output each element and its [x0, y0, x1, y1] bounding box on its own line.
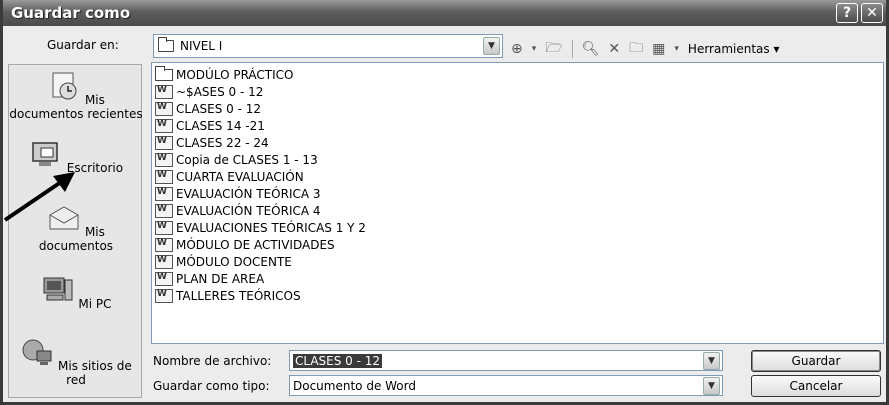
- pointer-arrow-icon: [3, 172, 75, 222]
- my-computer-icon: [43, 277, 73, 301]
- word-document-icon: [155, 288, 173, 303]
- save-in-label: Guardar en:: [47, 38, 119, 52]
- filename-value: CLASES 0 - 12: [293, 353, 383, 368]
- filetype-row: Guardar como tipo: Documento de Word ▼ C…: [151, 375, 886, 397]
- word-document-icon: [155, 169, 173, 184]
- filename-row: Nombre de archivo: CLASES 0 - 12 ▼ Guard…: [151, 350, 886, 372]
- list-item[interactable]: CLASES 0 - 12: [155, 100, 883, 117]
- place-label: Mi PC: [78, 297, 112, 311]
- list-item[interactable]: CLASES 14 -21: [155, 117, 883, 134]
- delete-icon[interactable]: ✕: [608, 41, 620, 57]
- places-bar: Mis documentos recientes Escritorio Mis …: [8, 64, 143, 398]
- up-folder-icon[interactable]: 🗁: [545, 37, 562, 61]
- new-folder-icon[interactable]: 🗀: [629, 37, 643, 61]
- word-document-icon: [155, 271, 173, 286]
- list-item[interactable]: Copia de CLASES 1 - 13: [155, 151, 883, 168]
- search-web-icon[interactable]: 🔍︎: [582, 41, 600, 57]
- chevron-down-icon[interactable]: ▼: [483, 37, 500, 55]
- back-dropdown-icon[interactable]: ▾: [532, 44, 537, 54]
- list-item[interactable]: MÓDULO DOCENTE: [155, 253, 883, 270]
- save-as-dialog: Guardar como ? ✕ Guardar en: NIVEL I ▼ ⊕…: [0, 0, 889, 405]
- save-in-dropdown[interactable]: NIVEL I ▼: [153, 34, 503, 58]
- word-document-icon: [155, 237, 173, 252]
- word-document-icon: [155, 220, 173, 235]
- folder-icon: [155, 65, 173, 81]
- recent-documents-icon: [52, 72, 77, 100]
- list-item[interactable]: MODÚLO PRÁCTICO: [155, 65, 883, 83]
- file-list[interactable]: MODÚLO PRÁCTICO ~$ASES 0 - 12 CLASES 0 -…: [151, 62, 884, 344]
- place-label: Mis sitios de red: [58, 359, 132, 387]
- word-document-icon: [155, 186, 173, 201]
- list-item[interactable]: CUARTA EVALUACIÓN: [155, 168, 883, 185]
- desktop-icon: [32, 142, 58, 166]
- place-my-computer[interactable]: Mi PC: [9, 275, 143, 311]
- back-icon[interactable]: ⊕: [511, 41, 523, 57]
- filename-input[interactable]: CLASES 0 - 12 ▼: [289, 350, 723, 371]
- views-icon[interactable]: ▦: [652, 41, 665, 57]
- word-document-icon: [155, 135, 173, 150]
- network-places-icon: [22, 339, 52, 365]
- dialog-toolbar: ⊕ ▾ 🗁 🔍︎ ✕ 🗀 ▦ ▾ Herramientas ▾: [511, 37, 780, 61]
- chevron-down-icon[interactable]: ▼: [703, 351, 720, 370]
- word-document-icon: [155, 152, 173, 167]
- title-bar[interactable]: Guardar como ? ✕: [3, 0, 886, 26]
- word-document-icon: [155, 254, 173, 269]
- chevron-down-icon[interactable]: ▼: [703, 376, 720, 395]
- list-item[interactable]: CLASES 22 - 24: [155, 134, 883, 151]
- list-item[interactable]: EVALUACIONES TEÓRICAS 1 Y 2: [155, 219, 883, 236]
- place-network[interactable]: Mis sitios de red: [9, 337, 143, 387]
- filetype-value: Documento de Word: [293, 378, 416, 393]
- filetype-select[interactable]: Documento de Word ▼: [289, 375, 723, 396]
- help-button[interactable]: ?: [836, 3, 858, 23]
- views-dropdown-icon[interactable]: ▾: [674, 44, 679, 54]
- toolbar-separator: [571, 40, 573, 58]
- list-item[interactable]: EVALUACIÓN TEÓRICA 4: [155, 202, 883, 219]
- save-in-row: Guardar en: NIVEL I ▼ ⊕ ▾ 🗁 🔍︎ ✕ 🗀 ▦ ▾ H…: [3, 34, 886, 58]
- list-item[interactable]: TALLERES TEÓRICOS: [155, 287, 883, 304]
- list-item[interactable]: PLAN DE AREA: [155, 270, 883, 287]
- filetype-label: Guardar como tipo:: [153, 379, 270, 393]
- filename-label: Nombre de archivo:: [153, 354, 272, 368]
- list-item[interactable]: EVALUACIÓN TEÓRICA 3: [155, 185, 883, 202]
- word-document-icon: [155, 84, 173, 99]
- word-document-icon: [155, 101, 173, 116]
- cancel-button[interactable]: Cancelar: [751, 375, 881, 397]
- word-document-icon: [155, 118, 173, 133]
- dialog-title: Guardar como: [11, 4, 131, 22]
- tools-menu[interactable]: Herramientas ▾: [688, 42, 780, 56]
- close-button[interactable]: ✕: [861, 3, 883, 23]
- place-recent-documents[interactable]: Mis documentos recientes: [9, 71, 143, 121]
- word-document-icon: [155, 203, 173, 218]
- list-item[interactable]: ~$ASES 0 - 12: [155, 83, 883, 100]
- save-in-value: NIVEL I: [180, 39, 223, 53]
- folder-icon: [158, 37, 174, 52]
- list-item[interactable]: MÓDULO DE ACTIVIDADES: [155, 236, 883, 253]
- save-button[interactable]: Guardar: [751, 350, 881, 372]
